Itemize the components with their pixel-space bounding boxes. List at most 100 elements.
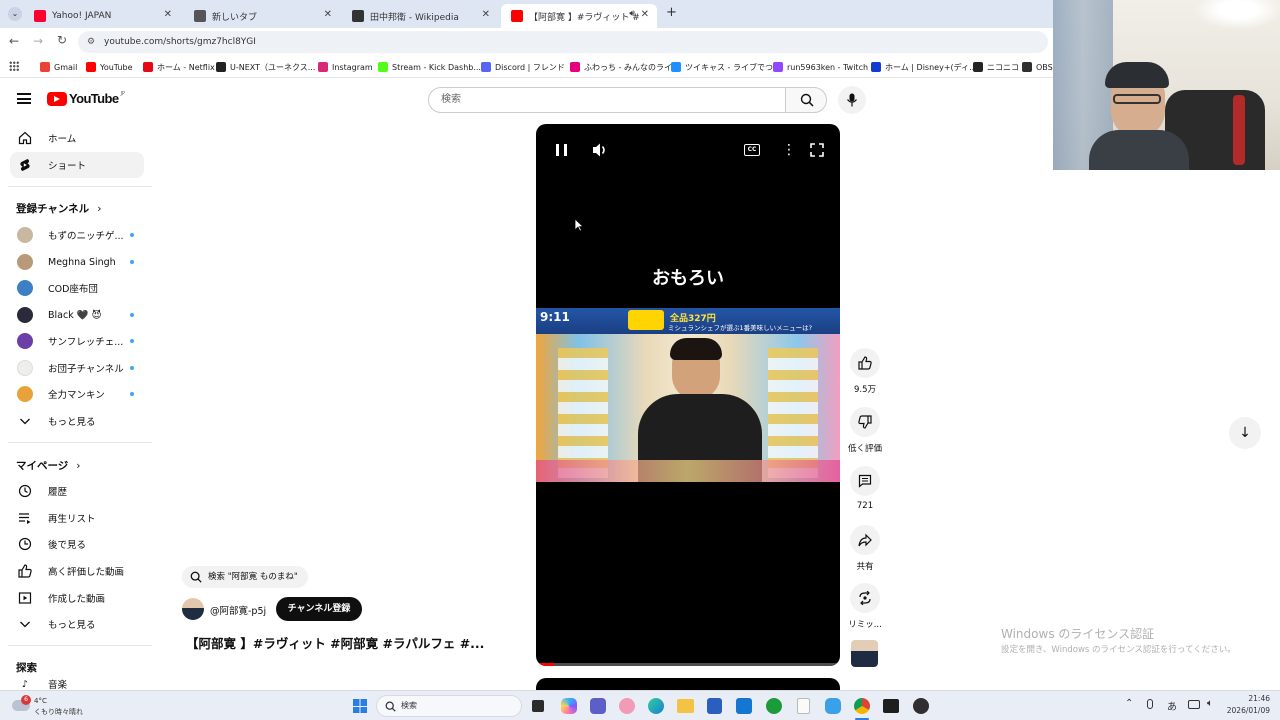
subscribe-button[interactable]: チャンネル登録 <box>276 597 362 621</box>
clock-time[interactable]: 21:46 <box>1226 694 1270 703</box>
sidebar-show-more[interactable]: もっと見る <box>10 408 144 434</box>
remix-button[interactable] <box>850 583 880 613</box>
photos-icon[interactable] <box>825 698 841 714</box>
tab-close-icon[interactable]: ✕ <box>324 9 332 20</box>
tab-list-chevron-icon[interactable]: ⌄ <box>8 7 22 21</box>
tab-audio-icon[interactable]: 🔊︎ <box>629 9 635 19</box>
notepad-icon[interactable] <box>797 698 810 714</box>
you-heading[interactable]: マイページ › <box>16 458 81 473</box>
browser-tab[interactable]: Yahoo! JAPAN ✕ <box>24 4 180 28</box>
apps-grid-icon[interactable] <box>9 61 19 71</box>
tab-close-icon[interactable]: ✕ <box>164 9 172 20</box>
sidebar-subscription[interactable]: もずのニッチゲ... <box>10 222 144 248</box>
ime-indicator[interactable]: あ <box>1167 698 1177 713</box>
sidebar-item-your-videos[interactable]: 作成した動画 <box>10 585 144 611</box>
sidebar-item-home[interactable]: ホーム <box>10 125 144 151</box>
shorts-player[interactable]: CC ⋮ おもろい 9:11 全品327円 ミシュランシェフが選ぶ1番美味しいメ… <box>536 124 840 666</box>
related-search-chip[interactable]: 検索 "阿部寛 ものまね" <box>182 566 308 588</box>
bookmark-item[interactable]: OBS <box>1022 60 1053 74</box>
weather-widget[interactable]: 6 4°C くもり時々晴れ <box>10 694 110 718</box>
clock-date[interactable]: 2026/01/09 <box>1218 706 1270 715</box>
sidebar-subscription[interactable]: Meghna Singh <box>10 249 144 275</box>
windows-start-icon[interactable] <box>353 699 367 713</box>
teams-icon[interactable] <box>590 698 606 714</box>
microphone-tray-icon[interactable] <box>1147 699 1153 709</box>
task-view-icon[interactable] <box>532 700 544 712</box>
video-title[interactable]: 【阿部寛 】#ラヴィット #阿部寛 #ラパルフェ #... <box>186 633 484 652</box>
sidebar-item-shorts[interactable]: ショート <box>10 152 144 178</box>
hamburger-menu-icon[interactable] <box>17 93 31 104</box>
app-pink-icon[interactable] <box>619 698 635 714</box>
channel-avatar[interactable] <box>182 598 204 620</box>
new-tab-button[interactable]: + <box>666 5 677 20</box>
bookmark-item[interactable]: ホーム - Netflix <box>143 60 215 74</box>
progress-bar[interactable] <box>536 663 840 666</box>
search-button[interactable] <box>785 87 827 113</box>
youtube-logo[interactable]: YouTube JP <box>47 91 125 106</box>
bookmark-item[interactable]: ふわっち - みんなのライ... <box>570 60 680 74</box>
network-icon[interactable] <box>1188 700 1200 709</box>
sound-thumbnail[interactable] <box>851 640 878 667</box>
volume-tray-icon[interactable]: 🔈︎ <box>1207 698 1213 709</box>
fullscreen-icon[interactable] <box>810 143 824 157</box>
bookmark-item[interactable]: ホーム | Disney+(ディ... <box>871 60 977 74</box>
back-icon[interactable]: ← <box>9 34 19 48</box>
bookmark-item[interactable]: Discord | フレンド <box>481 60 565 74</box>
xbox-icon[interactable] <box>766 698 782 714</box>
volume-icon[interactable] <box>591 142 609 158</box>
tab-close-icon[interactable]: ✕ <box>641 9 649 20</box>
bookmark-item[interactable]: YouTube <box>86 60 133 74</box>
dislike-action[interactable]: 低く評価 <box>846 407 884 454</box>
browser-tab[interactable]: 【阿部寛 】#ラヴィット #阿部寛🔊︎ ✕ <box>501 4 657 28</box>
sidebar-item-music[interactable]: ♪ 音楽 <box>10 678 144 691</box>
sidebar-subscription[interactable]: Black 🖤 😈 <box>10 302 144 328</box>
sidebar-item-playlist[interactable]: 再生リスト <box>10 505 144 531</box>
sidebar-subscription[interactable]: サンフレッチェ... <box>10 328 144 354</box>
more-options-icon[interactable]: ⋮ <box>782 143 796 157</box>
taskbar-search[interactable]: 検索 <box>376 695 522 717</box>
bookmark-item[interactable]: run5963ken - Twitch <box>773 60 868 74</box>
file-explorer-icon[interactable] <box>677 699 694 713</box>
bookmark-item[interactable]: Gmail <box>40 60 77 74</box>
terminal-icon[interactable] <box>883 699 899 713</box>
dislike-button[interactable] <box>850 407 880 437</box>
sidebar-item-chevron-down[interactable]: もっと見る <box>10 611 144 637</box>
sidebar-subscription[interactable]: COD座布団 <box>10 275 144 301</box>
copilot-icon[interactable] <box>561 698 577 714</box>
chrome-icon[interactable] <box>854 698 870 714</box>
url-field[interactable]: ⚙ youtube.com/shorts/gmz7hcl8YGI <box>78 31 1048 53</box>
subscriptions-heading[interactable]: 登録チャンネル › <box>16 201 101 216</box>
captions-icon[interactable]: CC <box>744 144 760 156</box>
next-video-button[interactable]: ↓ <box>1229 417 1261 449</box>
tab-close-icon[interactable]: ✕ <box>482 9 490 20</box>
share-button[interactable] <box>850 525 880 555</box>
edge-icon[interactable] <box>648 698 664 714</box>
comments-action[interactable]: 721 <box>846 466 884 511</box>
bookmark-item[interactable]: Instagram <box>318 60 373 74</box>
like-action[interactable]: 9.5万 <box>846 348 884 395</box>
share-action[interactable]: 共有 <box>846 525 884 572</box>
search-input[interactable]: 検索 <box>428 87 786 113</box>
voice-search-button[interactable] <box>838 86 866 114</box>
like-button[interactable] <box>850 348 880 378</box>
store-icon[interactable] <box>707 698 722 714</box>
pause-icon[interactable] <box>556 144 567 156</box>
browser-tab[interactable]: 新しいタブ ✕ <box>184 4 340 28</box>
site-info-icon[interactable]: ⚙ <box>87 31 95 53</box>
forward-icon[interactable]: → <box>33 34 43 48</box>
bookmark-item[interactable]: ニコニコ <box>973 60 1019 74</box>
bookmark-item[interactable]: U-NEXT（ユーネクス... <box>216 60 315 74</box>
sidebar-item-history[interactable]: 履歴 <box>10 478 144 504</box>
reload-icon[interactable]: ↻ <box>57 33 67 47</box>
obs-icon[interactable] <box>913 698 929 714</box>
sidebar-subscription[interactable]: お団子チャンネル <box>10 355 144 381</box>
channel-name[interactable]: @阿部寛-p5j <box>210 603 266 617</box>
comments-button[interactable] <box>850 466 880 496</box>
outlook-icon[interactable] <box>736 698 752 714</box>
sidebar-item-watch-later[interactable]: 後で見る <box>10 531 144 557</box>
sidebar-subscription[interactable]: 全力マンキン <box>10 381 144 407</box>
browser-tab[interactable]: 田中邦衛 - Wikipedia ✕ <box>342 4 498 28</box>
tray-chevron-icon[interactable]: ⌃ <box>1125 698 1133 709</box>
sidebar-item-thumb-up[interactable]: 高く評価した動画 <box>10 558 144 584</box>
bookmark-item[interactable]: Stream - Kick Dashb... <box>378 60 481 74</box>
